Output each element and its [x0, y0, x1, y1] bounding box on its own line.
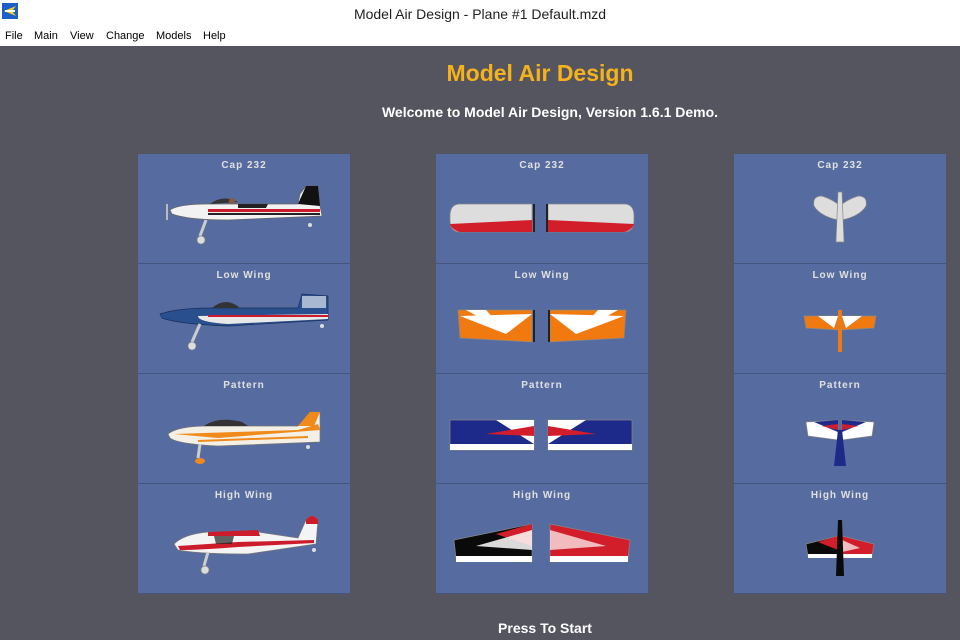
highwing-wing-view-icon — [453, 523, 631, 563]
highwing-side-view-icon — [173, 515, 319, 575]
model-panel-pattern-tail[interactable]: Pattern — [734, 374, 946, 484]
menu-main[interactable]: Main — [34, 30, 58, 42]
side-view-column: Cap 232 Low Wing Pattern High Wing — [138, 154, 350, 596]
wing-view-column: Cap 232 Low Wing Pattern High Wing — [436, 154, 648, 596]
model-panel-lowwing-tail[interactable]: Low Wing — [734, 264, 946, 374]
cap232-side-view-icon — [166, 185, 323, 245]
menu-bar: File Main View Change Models Help — [0, 28, 960, 47]
pattern-tail-view-icon — [805, 419, 875, 466]
menu-file[interactable]: File — [5, 30, 23, 42]
menu-change[interactable]: Change — [106, 30, 145, 42]
title-bar: Model Air Design - Plane #1 Default.mzd — [0, 0, 960, 28]
pattern-side-view-icon — [167, 411, 321, 464]
model-panel-cap232-side[interactable]: Cap 232 — [138, 154, 350, 264]
model-panel-lowwing-wing[interactable]: Low Wing — [436, 264, 648, 374]
menu-models[interactable]: Models — [156, 30, 191, 42]
tail-view-column: Cap 232 Low Wing Pattern High Wing — [734, 154, 946, 596]
lowwing-wing-view-icon — [457, 309, 627, 343]
model-panel-cap232-wing[interactable]: Cap 232 — [436, 154, 648, 264]
lowwing-tail-view-icon — [803, 310, 877, 352]
app-heading: Model Air Design — [446, 60, 634, 86]
lowwing-side-view-icon — [159, 293, 329, 351]
press-to-start-button[interactable]: Press To Start — [0, 620, 960, 636]
cap232-wing-view-icon — [449, 203, 635, 233]
model-panel-pattern-wing[interactable]: Pattern — [436, 374, 648, 484]
model-panel-highwing-side[interactable]: High Wing — [138, 484, 350, 594]
menu-view[interactable]: View — [70, 30, 94, 42]
model-panel-pattern-side[interactable]: Pattern — [138, 374, 350, 484]
model-panel-lowwing-side[interactable]: Low Wing — [138, 264, 350, 374]
model-panel-highwing-tail[interactable]: High Wing — [734, 484, 946, 594]
main-area: Model Air Design Welcome to Model Air De… — [0, 46, 960, 640]
model-panel-highwing-wing[interactable]: High Wing — [436, 484, 648, 594]
cap232-tail-view-icon — [813, 191, 867, 243]
pattern-wing-view-icon — [449, 419, 633, 451]
highwing-tail-view-icon — [805, 520, 875, 576]
model-panel-cap232-tail[interactable]: Cap 232 — [734, 154, 946, 264]
menu-help[interactable]: Help — [203, 30, 226, 42]
window-title: Model Air Design - Plane #1 Default.mzd — [353, 6, 607, 22]
welcome-text: Welcome to Model Air Design, Version 1.6… — [381, 104, 719, 120]
